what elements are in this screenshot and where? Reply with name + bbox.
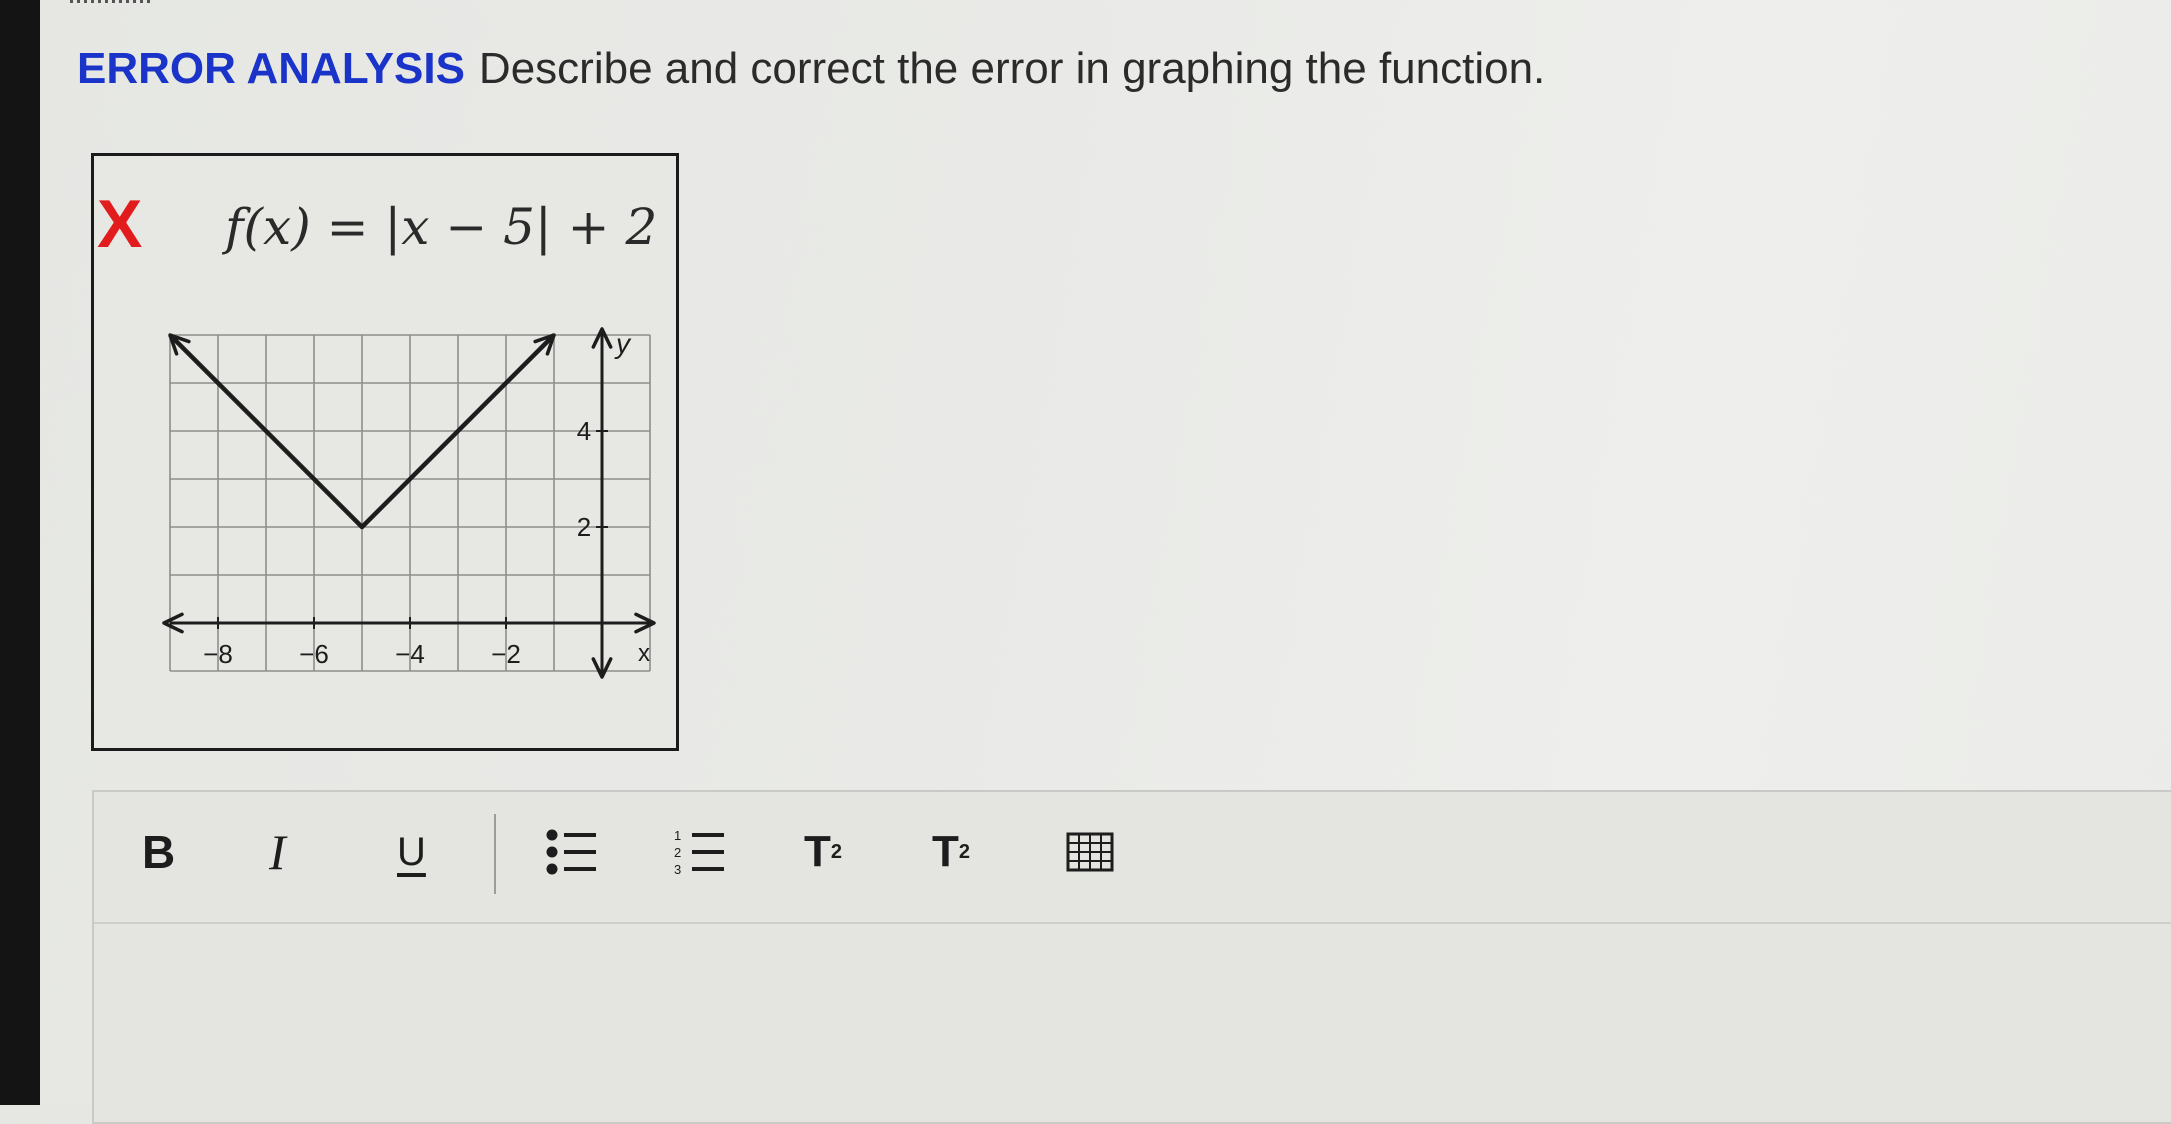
bulleted-list-button[interactable] xyxy=(544,822,600,882)
svg-text:1: 1 xyxy=(674,828,681,843)
insert-table-button[interactable] xyxy=(1066,822,1114,882)
answer-editor: B I U 1 2 3 T2 T2 xyxy=(92,790,2171,1124)
bulleted-list-icon xyxy=(546,829,596,875)
bold-button[interactable]: B xyxy=(142,822,175,882)
numbered-list-icon: 1 2 3 xyxy=(674,828,724,877)
x-tick-label: −2 xyxy=(491,639,521,669)
italic-button[interactable]: I xyxy=(269,822,286,882)
table-icon xyxy=(1066,832,1114,872)
y-tick-label: 2 xyxy=(577,512,591,542)
superscript-button[interactable]: T2 xyxy=(804,822,842,882)
answer-text-area[interactable] xyxy=(94,924,2171,1124)
question-text: Describe and correct the error in graphi… xyxy=(478,44,1546,93)
absolute-value-graph: x y −8 −6 −4 −2 2 4 xyxy=(162,327,656,679)
underline-button[interactable]: U xyxy=(397,822,426,882)
error-x-mark: X xyxy=(97,186,143,262)
error-analysis-label: ERROR ANALYSIS xyxy=(77,44,465,93)
x-tick-label: −8 xyxy=(203,639,233,669)
svg-text:3: 3 xyxy=(674,862,681,877)
subscript-button[interactable]: T2 xyxy=(932,822,970,882)
y-axis-label: y xyxy=(614,328,632,359)
x-tick-label: −6 xyxy=(299,639,329,669)
x-axis-label: x xyxy=(638,640,650,667)
top-dotted-line xyxy=(70,0,152,3)
function-equation: f(x) = |x − 5| + 2 xyxy=(225,198,658,256)
x-tick-label: −4 xyxy=(395,639,425,669)
dark-left-edge xyxy=(0,0,40,1105)
editor-toolbar: B I U 1 2 3 T2 T2 xyxy=(94,792,2171,924)
svg-text:2: 2 xyxy=(674,845,681,860)
toolbar-divider xyxy=(494,814,496,894)
numbered-list-button[interactable]: 1 2 3 xyxy=(672,822,728,882)
question-heading: ERROR ANALYSIS Describe and correct the e… xyxy=(77,44,1545,94)
y-tick-label: 4 xyxy=(577,416,591,446)
